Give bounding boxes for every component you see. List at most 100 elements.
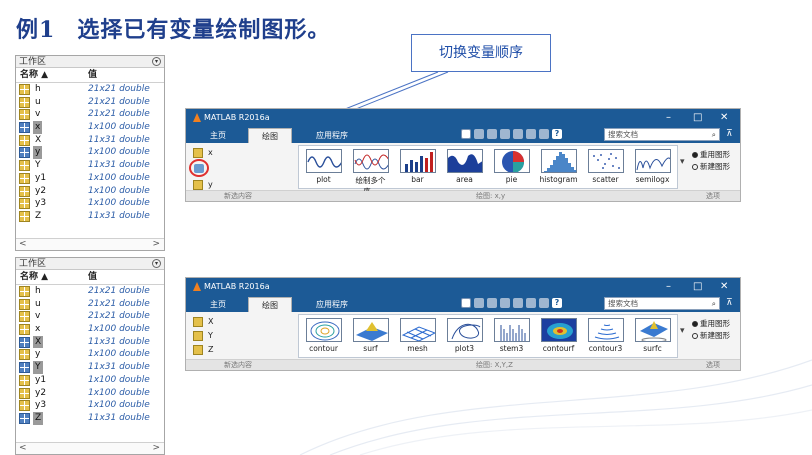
workspace-row[interactable]: y3 1x100 double	[16, 399, 164, 412]
help-icon[interactable]: ?	[552, 298, 562, 308]
new-figure-option[interactable]: 新建图形	[692, 161, 740, 173]
selection-list: X Y Z	[193, 315, 273, 357]
plot-type-button[interactable]: scatter	[585, 149, 626, 184]
horizontal-scrollbar[interactable]: < >	[16, 238, 164, 250]
tab-home[interactable]: 主页	[196, 128, 240, 143]
workspace-row[interactable]: Z 11x31 double	[16, 210, 164, 223]
ribbon-pin-icon[interactable]: ⊼	[726, 298, 733, 308]
switch-windows-icon[interactable]	[539, 129, 549, 139]
cut-icon[interactable]	[474, 129, 484, 139]
workspace-row[interactable]: Z 11x31 double	[16, 411, 164, 425]
tab-apps[interactable]: 应用程序	[304, 128, 360, 143]
maximize-button[interactable]: □	[693, 109, 702, 126]
redo-icon[interactable]	[526, 129, 536, 139]
workspace-row[interactable]: y 1x100 double	[16, 348, 164, 361]
search-docs-input[interactable]: 搜索文档 ⌕	[604, 297, 720, 310]
save-icon[interactable]	[461, 298, 471, 308]
column-value-header[interactable]: 值	[88, 68, 97, 83]
undo-icon[interactable]	[513, 298, 523, 308]
search-icon[interactable]: ⌕	[712, 129, 716, 140]
close-button[interactable]: ✕	[720, 278, 728, 295]
workspace-row[interactable]: h 21x21 double	[16, 83, 164, 96]
maximize-button[interactable]: □	[693, 278, 702, 295]
plot-thumbnail-icon	[352, 149, 389, 173]
matrix-variable-icon	[19, 122, 30, 134]
plot-type-button[interactable]: surf	[350, 318, 391, 353]
plot-type-button[interactable]: contourf	[538, 318, 579, 353]
workspace-row[interactable]: y3 1x100 double	[16, 197, 164, 210]
tab-apps[interactable]: 应用程序	[304, 297, 360, 312]
workspace-row[interactable]: y2 1x100 double	[16, 387, 164, 400]
search-docs-input[interactable]: 搜索文档 ⌕	[604, 128, 720, 141]
help-icon[interactable]: ?	[552, 129, 562, 139]
workspace-row[interactable]: Y 11x31 double	[16, 159, 164, 172]
ribbon-pin-icon[interactable]: ⊼	[726, 129, 733, 139]
undo-icon[interactable]	[513, 129, 523, 139]
minimize-button[interactable]: –	[666, 278, 671, 295]
workspace-row[interactable]: y 1x100 double	[16, 146, 164, 160]
paste-icon[interactable]	[500, 298, 510, 308]
reuse-figure-option[interactable]: 重用图形	[692, 318, 740, 330]
workspace-row[interactable]: x 1x100 double	[16, 121, 164, 134]
plot-type-button[interactable]: semilogx	[632, 149, 673, 184]
plot-type-button[interactable]: stem3	[491, 318, 532, 353]
tab-home[interactable]: 主页	[196, 297, 240, 312]
search-icon[interactable]: ⌕	[712, 298, 716, 309]
plot-type-button[interactable]: plot	[303, 149, 344, 184]
workspace-row[interactable]: X 11x31 double	[16, 134, 164, 147]
plot-type-button[interactable]: 绘制多个序...	[350, 149, 391, 197]
workspace-row[interactable]: y1 1x100 double	[16, 374, 164, 387]
workspace-row[interactable]: y1 1x100 double	[16, 172, 164, 185]
chevron-down-icon[interactable]: ▾	[152, 57, 161, 66]
workspace-row[interactable]: h 21x21 double	[16, 285, 164, 298]
column-value-header[interactable]: 值	[88, 270, 97, 285]
new-figure-option[interactable]: 新建图形	[692, 330, 740, 342]
plot-type-button[interactable]: bar	[397, 149, 438, 184]
column-name-header[interactable]: 名称 ▲	[20, 68, 48, 83]
plot-type-button[interactable]: contour3	[585, 318, 626, 353]
tab-plots[interactable]: 绘图	[248, 128, 292, 143]
plot-gallery: contour surf mesh plot3 stem3 contourf contour…	[298, 314, 678, 358]
plot-type-button[interactable]: pie	[491, 149, 532, 184]
workspace-row[interactable]: u 21x21 double	[16, 96, 164, 109]
workspace-row[interactable]: u 21x21 double	[16, 298, 164, 311]
matrix-variable-icon	[19, 160, 30, 172]
workspace-row[interactable]: x 1x100 double	[16, 323, 164, 336]
minimize-button[interactable]: –	[666, 109, 671, 126]
scroll-left-icon: <	[19, 443, 27, 453]
chevron-down-icon[interactable]: ▾	[152, 259, 161, 268]
workspace-row[interactable]: v 21x21 double	[16, 310, 164, 323]
plot-type-button[interactable]: contour	[303, 318, 344, 353]
tab-plots[interactable]: 绘图	[248, 297, 292, 312]
redo-icon[interactable]	[526, 298, 536, 308]
plot-type-button[interactable]: mesh	[397, 318, 438, 353]
plot-type-button[interactable]: plot3	[444, 318, 485, 353]
plot-type-button[interactable]: surfc	[632, 318, 673, 353]
workspace-row[interactable]: y2 1x100 double	[16, 185, 164, 198]
workspace-row[interactable]: X 11x31 double	[16, 335, 164, 349]
title-bar: MATLAB R2016a – □ ✕	[186, 278, 740, 295]
copy-icon[interactable]	[487, 129, 497, 139]
workspace-row[interactable]: v 21x21 double	[16, 108, 164, 121]
variable-value: 11x31 double	[88, 210, 150, 221]
variable-name: h	[35, 286, 41, 296]
cut-icon[interactable]	[474, 298, 484, 308]
switch-windows-icon[interactable]	[539, 298, 549, 308]
gallery-expand-icon[interactable]: ▾	[680, 157, 685, 167]
variable-value: 21x21 double	[88, 286, 150, 296]
plot-type-button[interactable]: histogram	[538, 149, 579, 184]
variable-value: 21x21 double	[88, 298, 150, 309]
save-icon[interactable]	[461, 129, 471, 139]
variable-name: y3	[35, 198, 47, 209]
plot-type-button[interactable]: area	[444, 149, 485, 184]
gallery-expand-icon[interactable]: ▾	[680, 326, 685, 336]
swap-variables-button[interactable]	[189, 159, 209, 177]
paste-icon[interactable]	[500, 129, 510, 139]
copy-icon[interactable]	[487, 298, 497, 308]
matrix-variable-icon	[19, 362, 30, 374]
close-button[interactable]: ✕	[720, 109, 728, 126]
column-name-header[interactable]: 名称 ▲	[20, 270, 48, 285]
workspace-row[interactable]: Y 11x31 double	[16, 361, 164, 374]
horizontal-scrollbar[interactable]: < >	[16, 442, 164, 454]
reuse-figure-option[interactable]: 重用图形	[692, 149, 740, 161]
